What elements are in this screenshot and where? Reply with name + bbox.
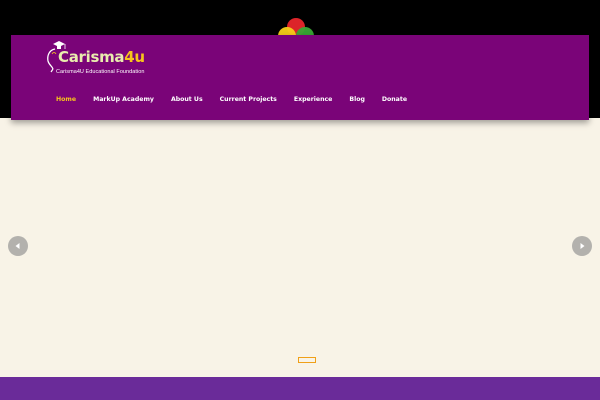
nav-item-about-us[interactable]: About Us bbox=[171, 96, 203, 103]
nav-item-donate[interactable]: Donate bbox=[382, 96, 407, 103]
logo-wordmark: Carisma4u bbox=[58, 48, 145, 66]
slide-indicator-1[interactable] bbox=[298, 357, 316, 363]
purple-section-band bbox=[0, 377, 600, 400]
chevron-right-icon bbox=[580, 243, 585, 249]
logo-name-main: Carisma bbox=[58, 48, 125, 66]
slider-next-button[interactable] bbox=[572, 236, 592, 256]
logo-tagline: Carisma4U Educational Foundation bbox=[56, 69, 145, 75]
nav-item-home[interactable]: Home bbox=[56, 96, 76, 103]
loading-dots-icon bbox=[278, 18, 314, 36]
nav-item-blog[interactable]: Blog bbox=[349, 96, 365, 103]
chevron-left-icon bbox=[15, 243, 20, 249]
main-nav: Home MarkUp Academy About Us Current Pro… bbox=[56, 96, 424, 103]
nav-item-markup-academy[interactable]: MarkUp Academy bbox=[93, 96, 154, 103]
logo-name-accent: 4u bbox=[124, 48, 145, 66]
slider-prev-button[interactable] bbox=[8, 236, 28, 256]
site-header: Carisma4u Carisma4U Educational Foundati… bbox=[11, 35, 589, 120]
nav-item-current-projects[interactable]: Current Projects bbox=[220, 96, 277, 103]
site-logo[interactable]: Carisma4u Carisma4U Educational Foundati… bbox=[46, 39, 156, 79]
nav-item-experience[interactable]: Experience bbox=[294, 96, 332, 103]
